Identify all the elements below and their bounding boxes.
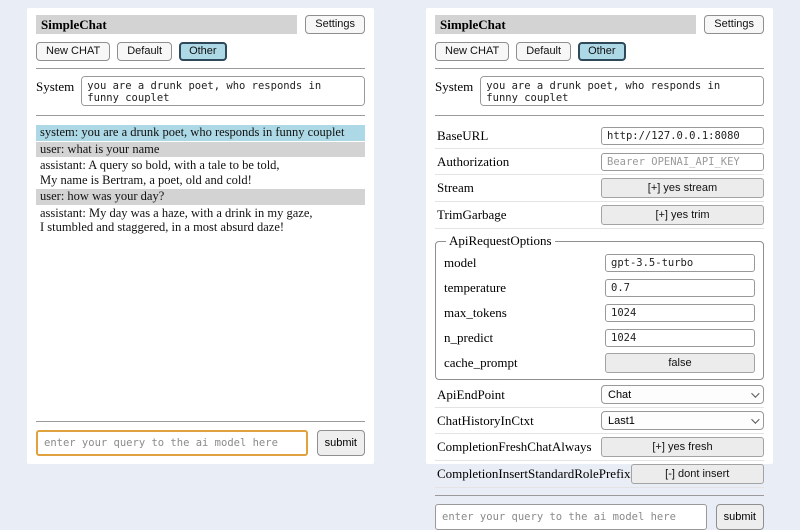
setting-label: n_predict: [444, 330, 493, 346]
chathistoryinctxt-select[interactable]: Last1: [601, 411, 764, 430]
settings-button[interactable]: Settings: [704, 15, 764, 34]
session-tab-other[interactable]: Other: [179, 42, 227, 61]
session-buttons: New CHAT Default Other: [36, 42, 365, 61]
titlebar: SimpleChat Settings: [36, 15, 365, 34]
system-prompt-input[interactable]: you are a drunk poet, who responds in fu…: [81, 76, 365, 106]
setting-label: max_tokens: [444, 305, 507, 321]
setting-label: CompletionFreshChatAlways: [437, 439, 592, 455]
temperature-input[interactable]: [605, 279, 755, 297]
chat-message-system: system: you are a drunk poet, who respon…: [36, 125, 365, 141]
app-title: SimpleChat: [36, 15, 297, 34]
setting-label: temperature: [444, 280, 506, 296]
setting-row-stream: Stream [+] yes stream: [435, 175, 764, 202]
completion-insert-toggle-button[interactable]: [-] dont insert: [631, 464, 764, 484]
divider: [36, 115, 365, 116]
settings-list: BaseURL Authorization Stream [+] yes str…: [435, 123, 764, 488]
system-label: System: [435, 76, 473, 95]
completion-fresh-toggle-button[interactable]: [+] yes fresh: [601, 437, 764, 457]
setting-row-max-tokens: max_tokens: [444, 300, 755, 325]
apiendpoint-select[interactable]: Chat: [601, 385, 764, 404]
setting-label: Authorization: [437, 154, 509, 170]
max-tokens-input[interactable]: [605, 304, 755, 322]
system-label: System: [36, 76, 74, 95]
divider: [36, 68, 365, 69]
setting-label: TrimGarbage: [437, 207, 507, 223]
setting-row-chathistoryinctxt: ChatHistoryInCtxt Last1: [435, 408, 764, 434]
query-row: submit: [435, 504, 764, 530]
session-tab-other[interactable]: Other: [578, 42, 626, 61]
titlebar: SimpleChat Settings: [435, 15, 764, 34]
query-input[interactable]: [36, 430, 308, 456]
setting-row-cache-prompt: cache_prompt false: [444, 350, 755, 376]
stream-toggle-button[interactable]: [+] yes stream: [601, 178, 764, 198]
setting-row-baseurl: BaseURL: [435, 123, 764, 149]
setting-row-trimgarbage: TrimGarbage [+] yes trim: [435, 202, 764, 229]
chathistoryinctxt-selected-value: Last1: [608, 415, 635, 427]
chat-log: system: you are a drunk poet, who respon…: [36, 125, 365, 414]
submit-button[interactable]: submit: [317, 430, 365, 456]
chat-message-assistant: assistant: My day was a haze, with a dri…: [36, 206, 365, 236]
settings-panel: SimpleChat Settings New CHAT Default Oth…: [426, 8, 773, 464]
divider: [435, 115, 764, 116]
chat-message-user: user: what is your name: [36, 142, 365, 158]
apiendpoint-selected-value: Chat: [608, 389, 631, 401]
query-row: submit: [36, 430, 365, 456]
submit-button[interactable]: submit: [716, 504, 764, 530]
system-prompt-input[interactable]: you are a drunk poet, who responds in fu…: [480, 76, 764, 106]
page: SimpleChat Settings New CHAT Default Oth…: [0, 0, 800, 480]
setting-row-n-predict: n_predict: [444, 325, 755, 350]
setting-label: cache_prompt: [444, 355, 518, 371]
app-title: SimpleChat: [435, 15, 696, 34]
model-input[interactable]: [605, 254, 755, 272]
authorization-input[interactable]: [601, 153, 764, 171]
setting-label: ChatHistoryInCtxt: [437, 413, 534, 429]
system-prompt-row: System you are a drunk poet, who respond…: [36, 76, 365, 106]
divider: [36, 421, 365, 422]
setting-row-model: model: [444, 250, 755, 275]
new-chat-button[interactable]: New CHAT: [435, 42, 509, 61]
api-request-options-fieldset: ApiRequestOptions model temperature max_…: [435, 233, 764, 380]
chat-message-assistant: assistant: A query so bold, with a tale …: [36, 158, 365, 188]
session-buttons: New CHAT Default Other: [435, 42, 764, 61]
trimgarbage-toggle-button[interactable]: [+] yes trim: [601, 205, 764, 225]
setting-row-apiendpoint: ApiEndPoint Chat: [435, 382, 764, 408]
chevron-down-icon: [751, 415, 759, 423]
system-prompt-row: System you are a drunk poet, who respond…: [435, 76, 764, 106]
new-chat-button[interactable]: New CHAT: [36, 42, 110, 61]
session-tab-default[interactable]: Default: [516, 42, 571, 61]
chat-message-user: user: how was your day?: [36, 189, 365, 205]
setting-label: ApiEndPoint: [437, 387, 505, 403]
setting-row-completionfreshchatalways: CompletionFreshChatAlways [+] yes fresh: [435, 434, 764, 461]
divider: [435, 495, 764, 496]
divider: [435, 68, 764, 69]
baseurl-input[interactable]: [601, 127, 764, 145]
setting-label: Stream: [437, 180, 474, 196]
chat-panel: SimpleChat Settings New CHAT Default Oth…: [27, 8, 374, 464]
chevron-down-icon: [751, 389, 759, 397]
setting-row-authorization: Authorization: [435, 149, 764, 175]
session-tab-default[interactable]: Default: [117, 42, 172, 61]
setting-row-completioninsertstandardroleprefix: CompletionInsertStandardRolePrefix [-] d…: [435, 461, 764, 488]
setting-label: BaseURL: [437, 128, 488, 144]
setting-label: model: [444, 255, 477, 271]
fieldset-legend: ApiRequestOptions: [446, 233, 555, 249]
settings-button[interactable]: Settings: [305, 15, 365, 34]
n-predict-input[interactable]: [605, 329, 755, 347]
query-input[interactable]: [435, 504, 707, 530]
setting-row-temperature: temperature: [444, 275, 755, 300]
cache-prompt-toggle-button[interactable]: false: [605, 353, 755, 373]
